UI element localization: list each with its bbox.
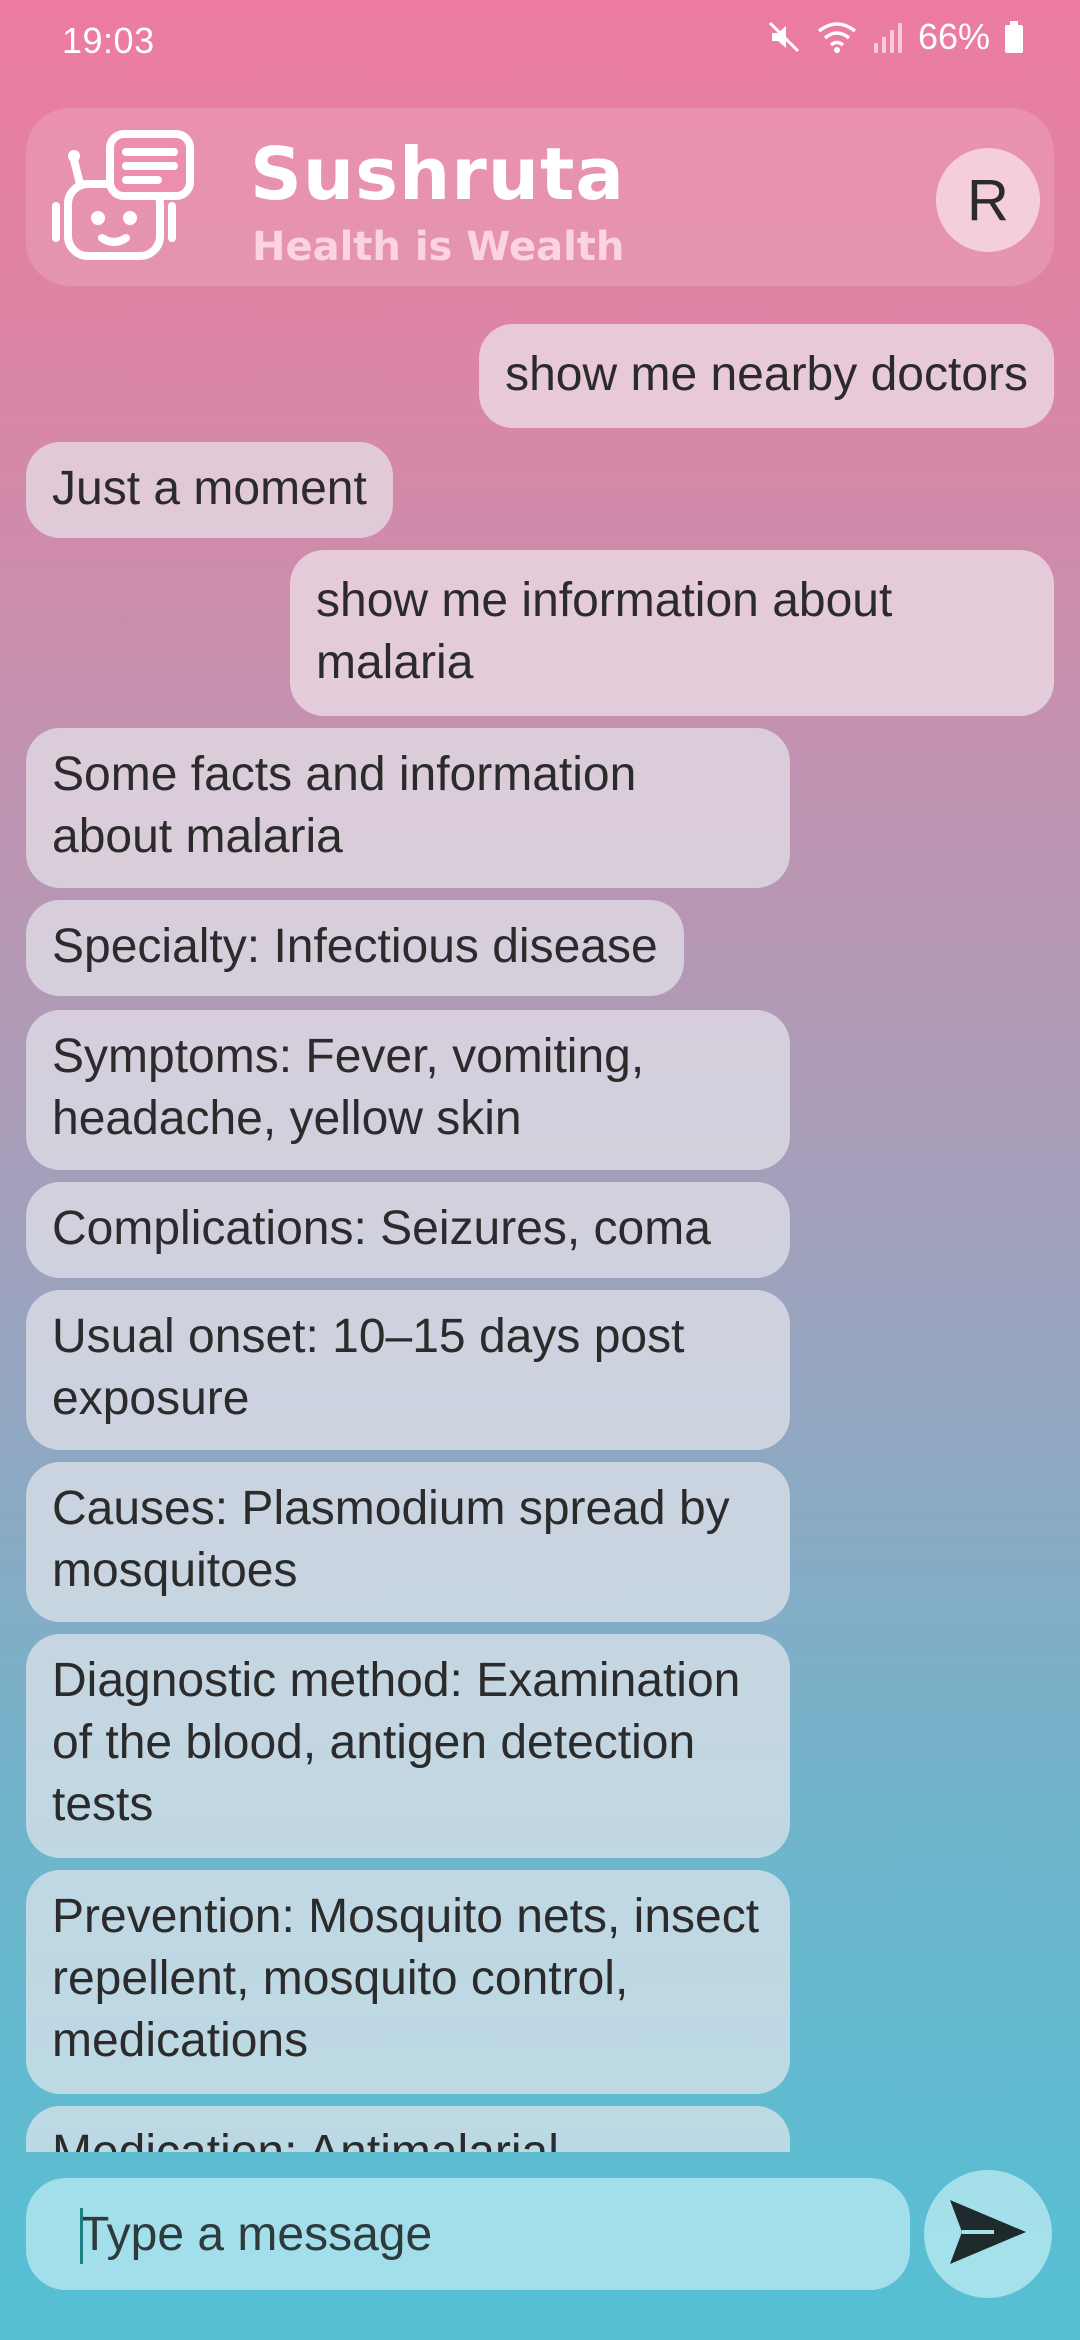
- robot-chat-icon: [40, 128, 196, 268]
- app-title: Sushruta: [250, 132, 625, 216]
- wifi-icon: [816, 19, 858, 55]
- bot-message: Some facts and information about malaria: [26, 728, 790, 888]
- message-input-container[interactable]: [26, 2178, 910, 2290]
- user-message: show me nearby doctors: [479, 324, 1054, 428]
- bot-message: Diagnostic method: Examination of the bl…: [26, 1634, 790, 1858]
- bot-message: Complications: Seizures, coma: [26, 1182, 790, 1278]
- avatar[interactable]: R: [936, 148, 1040, 252]
- status-time: 19:03: [62, 20, 155, 61]
- app-header: Sushruta Health is Wealth R: [26, 108, 1054, 286]
- bot-message: Symptoms: Fever, vomiting, headache, yel…: [26, 1010, 790, 1170]
- bot-message: Prevention: Mosquito nets, insect repell…: [26, 1870, 790, 2094]
- mute-icon: [766, 19, 802, 55]
- bot-message: Usual onset: 10–15 days post exposure: [26, 1290, 790, 1450]
- app-subtitle: Health is Wealth: [252, 224, 625, 270]
- status-bar: 19:03 66%: [0, 0, 1080, 84]
- battery-icon: [1004, 19, 1024, 55]
- battery-text: 66%: [917, 16, 990, 57]
- send-icon: [946, 2196, 1030, 2273]
- bot-message: Causes: Plasmodium spread by mosquitoes: [26, 1462, 790, 1622]
- message-input[interactable]: [80, 2178, 910, 2290]
- chat-area[interactable]: show me nearby doctors Just a moment sho…: [0, 318, 1080, 2152]
- text-caret: [80, 2208, 83, 2264]
- user-message: show me information about malaria: [290, 550, 1054, 716]
- bot-message: Specialty: Infectious disease: [26, 900, 684, 996]
- bot-message: Just a moment: [26, 442, 393, 538]
- bot-message: Medication: Antimalarial: [26, 2106, 790, 2152]
- status-icons: 66%: [766, 16, 1024, 58]
- send-button[interactable]: [924, 2170, 1052, 2298]
- signal-icon: [872, 19, 904, 55]
